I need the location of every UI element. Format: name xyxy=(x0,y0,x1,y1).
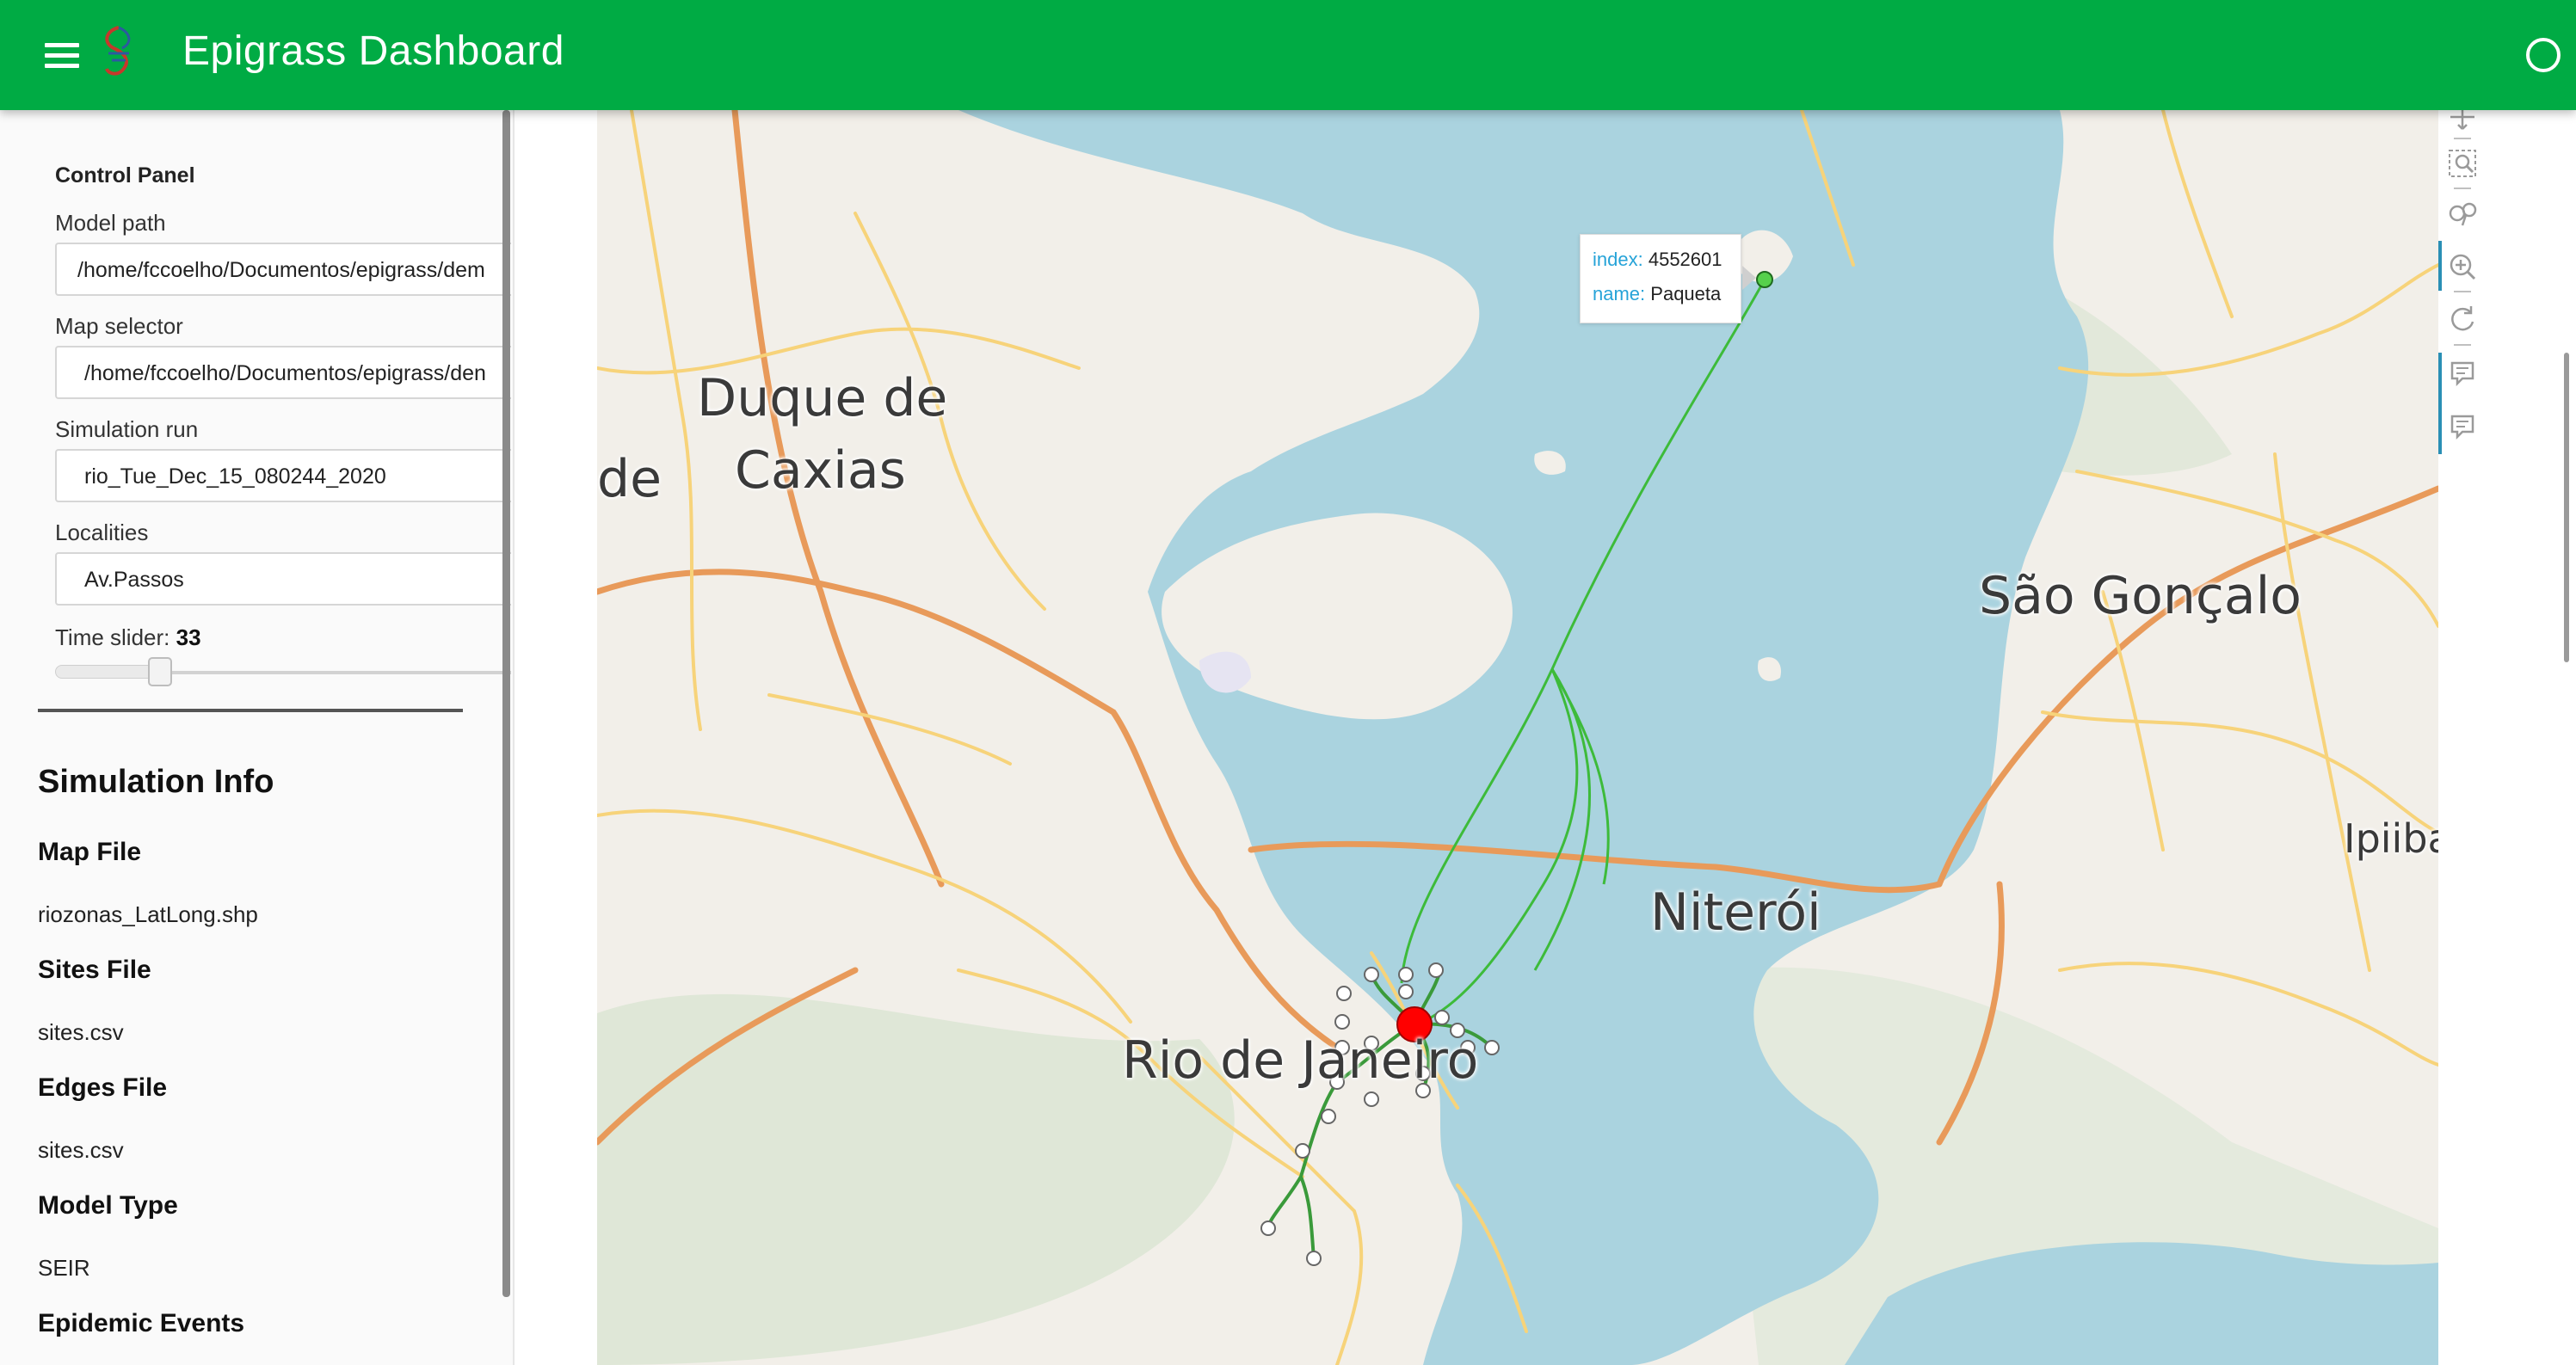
map-label-niteroi: Niterói xyxy=(1650,882,1821,943)
reset-icon[interactable] xyxy=(2447,303,2478,334)
model-path-label: Model path xyxy=(55,210,166,236)
control-panel-title: Control Panel xyxy=(55,163,195,188)
map-file-heading: Map File xyxy=(38,838,142,866)
tooltip-index-key: index: xyxy=(1593,249,1643,270)
time-slider-value: 33 xyxy=(176,624,201,650)
map-label-rio-de-janeiro: Rio de Janeiro xyxy=(1122,1030,1479,1091)
lasso-icon[interactable] xyxy=(2447,198,2478,229)
toolbar-separator xyxy=(2454,344,2471,346)
model-type-heading: Model Type xyxy=(38,1191,178,1220)
localities-select[interactable]: Av.Passos xyxy=(55,552,511,606)
simulation-info-title: Simulation Info xyxy=(38,764,274,800)
status-indicator-icon xyxy=(2526,38,2561,72)
map-file-value: riozonas_LatLong.shp xyxy=(38,901,258,927)
simulation-run-label: Simulation run xyxy=(55,416,199,442)
hover-icon-2[interactable] xyxy=(2447,411,2478,442)
menu-icon[interactable] xyxy=(45,43,79,69)
epigrass-logo xyxy=(105,26,131,76)
section-divider xyxy=(38,709,463,712)
toolbar-active-indicator xyxy=(2438,353,2442,454)
time-slider-label: Time slider: 33 xyxy=(55,624,201,651)
sites-file-heading: Sites File xyxy=(38,956,151,984)
toolbar-separator xyxy=(2454,291,2471,292)
time-slider-track-filled[interactable] xyxy=(55,665,160,679)
map-canvas xyxy=(597,110,2438,1365)
localities-label: Localities xyxy=(55,520,149,545)
sidebar: Control Panel Model path /home/fccoelho/… xyxy=(0,110,515,1365)
map-selector-value: /home/fccoelho/Documentos/epigrass/den xyxy=(84,361,486,385)
model-path-value: /home/fccoelho/Documentos/epigrass/dem xyxy=(77,258,485,282)
toolbar-separator xyxy=(2454,188,2471,189)
node-tooltip: index: 4552601 name: Paqueta xyxy=(1580,234,1756,323)
map-toolbar xyxy=(2438,96,2487,458)
toolbar-separator xyxy=(2454,138,2471,139)
page-scrollbar[interactable] xyxy=(2564,353,2569,662)
tooltip-name-value: Paqueta xyxy=(1650,283,1722,304)
map-view[interactable]: Duque de Caxias de São Gonçalo Niterói R… xyxy=(597,110,2438,1365)
app-header: Epigrass Dashboard xyxy=(0,0,2576,110)
map-label-caxias-2: Caxias xyxy=(735,440,906,501)
edges-file-heading: Edges File xyxy=(38,1073,168,1102)
wheel-zoom-icon[interactable] xyxy=(2447,251,2478,282)
model-path-input[interactable]: /home/fccoelho/Documentos/epigrass/dem xyxy=(55,243,511,296)
simulation-run-value: rio_Tue_Dec_15_080244_2020 xyxy=(84,464,386,489)
sidebar-scrollbar[interactable] xyxy=(502,110,510,1297)
time-slider-handle[interactable] xyxy=(148,657,172,686)
simulation-run-select[interactable]: rio_Tue_Dec_15_080244_2020 xyxy=(55,449,511,502)
localities-value: Av.Passos xyxy=(84,568,184,592)
tooltip-name-key: name: xyxy=(1593,283,1646,304)
paqueta-node[interactable] xyxy=(1756,271,1773,288)
hover-icon[interactable] xyxy=(2447,358,2478,389)
epidemic-events-heading: Epidemic Events xyxy=(38,1309,245,1337)
map-label-sao-goncalo: São Gonçalo xyxy=(1979,566,2302,626)
map-label-de: de xyxy=(597,449,662,509)
toolbar-active-indicator xyxy=(2438,241,2442,291)
tooltip-index-row: index: 4552601 xyxy=(1593,249,1722,271)
edges-file-value: sites.csv xyxy=(38,1137,124,1163)
tooltip-name-row: name: Paqueta xyxy=(1593,283,1721,305)
box-zoom-icon[interactable] xyxy=(2447,148,2478,179)
sites-file-value: sites.csv xyxy=(38,1019,124,1045)
time-slider-label-text: Time slider: xyxy=(55,624,176,650)
map-selector-select[interactable]: /home/fccoelho/Documentos/epigrass/den xyxy=(55,346,511,399)
time-slider-track[interactable] xyxy=(160,671,511,674)
app-title: Epigrass Dashboard xyxy=(182,28,564,74)
tooltip-index-value: 4552601 xyxy=(1648,249,1722,270)
map-selector-label: Map selector xyxy=(55,313,183,339)
map-label-duque-de: Duque de xyxy=(697,368,948,428)
model-type-value: SEIR xyxy=(38,1255,90,1281)
map-label-ipiiba: Ipiiba xyxy=(2344,815,2438,862)
